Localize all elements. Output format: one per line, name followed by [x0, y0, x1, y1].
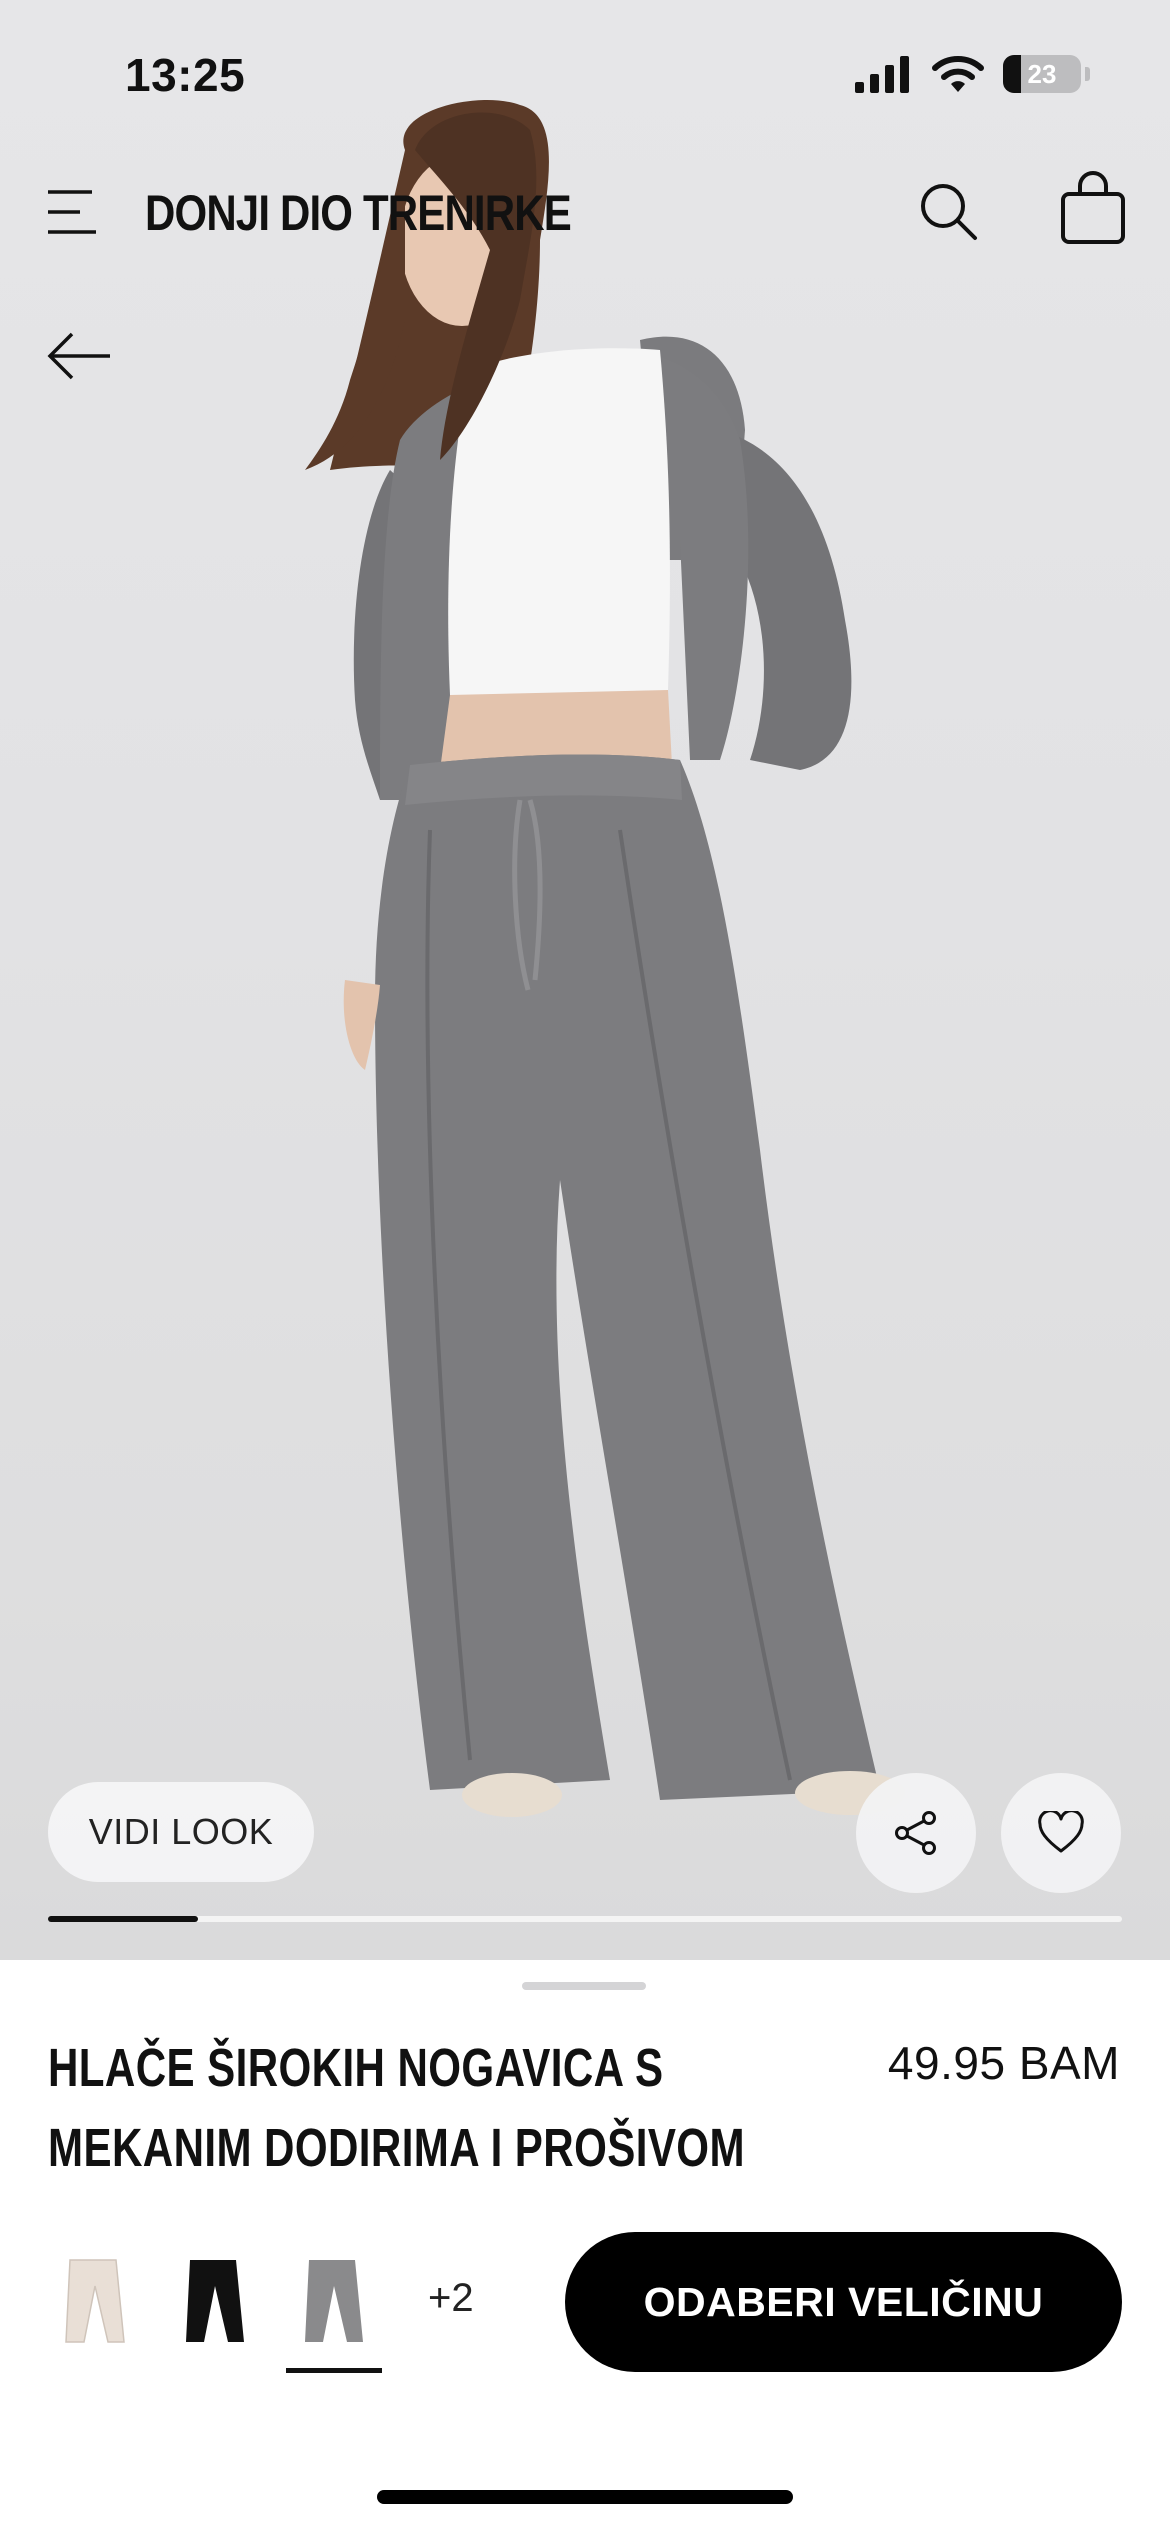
share-icon [895, 1811, 936, 1855]
battery-level: 23 [1027, 58, 1057, 89]
view-look-button[interactable]: VIDI LOOK [48, 1782, 314, 1882]
product-sheet: HLAČE ŠIROKIH NOGAVICA S MEKANIM DODIRIM… [0, 1960, 1170, 2532]
color-swatch-beige[interactable] [50, 2246, 140, 2356]
more-colors-button[interactable]: +2 [428, 2276, 474, 2321]
battery-tip [1085, 67, 1090, 81]
gallery-progress [48, 1916, 1122, 1922]
select-size-button[interactable]: ODABERI VELIČINU [565, 2232, 1122, 2372]
product-price: 49.95 BAM [887, 2037, 1120, 2089]
color-swatch-grey[interactable] [289, 2246, 379, 2356]
status-time: 13:25 [125, 49, 246, 101]
menu-icon[interactable] [46, 186, 98, 238]
product-name: HLAČE ŠIROKIH NOGAVICA S MEKANIM DODIRIM… [48, 2038, 745, 2178]
back-arrow-icon[interactable] [46, 326, 114, 386]
wifi-icon [932, 56, 984, 92]
product-photo [305, 100, 905, 1817]
gallery-progress-fill [48, 1916, 199, 1922]
page-title: DONJI DIO TRENIRKE [145, 185, 572, 241]
share-button[interactable] [856, 1773, 976, 1893]
battery-icon: 23 [1003, 55, 1081, 93]
heart-icon [1038, 1811, 1084, 1853]
home-indicator [377, 2490, 793, 2504]
shopping-bag-icon[interactable] [1058, 170, 1128, 246]
color-swatch-black[interactable] [170, 2246, 260, 2356]
product-image-gallery[interactable]: 13:25 23 DONJI DIO TRENIRKE VIDI LOOK [0, 0, 1170, 1960]
status-icons: 23 [853, 52, 1090, 96]
search-icon[interactable] [915, 178, 981, 244]
sheet-grabber[interactable] [522, 1982, 646, 1990]
favorite-button[interactable] [1001, 1773, 1121, 1893]
cellular-signal-icon [855, 56, 909, 93]
selected-swatch-indicator [286, 2368, 382, 2373]
